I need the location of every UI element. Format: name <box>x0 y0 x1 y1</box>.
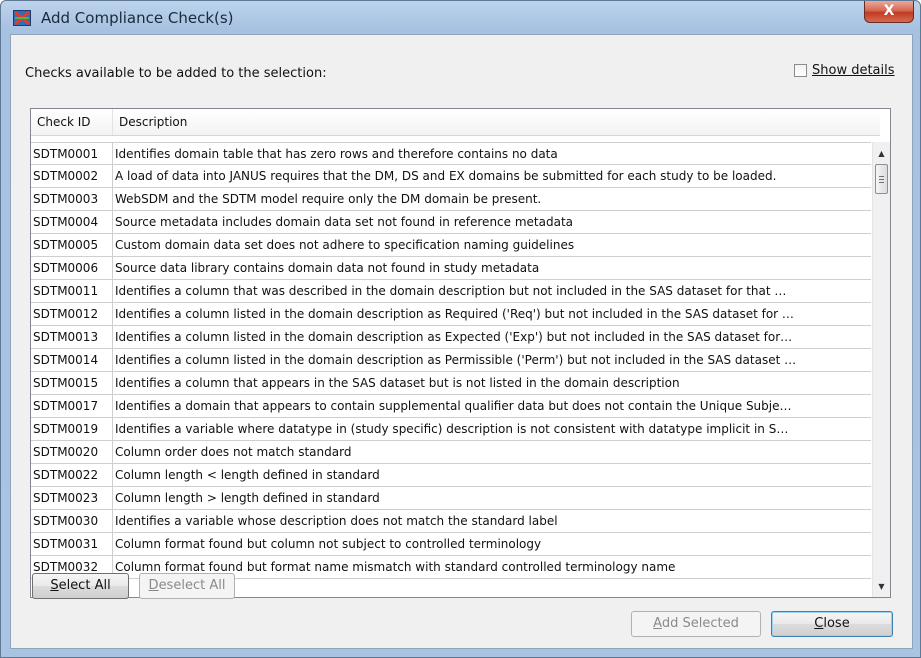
add-selected-label: dd Selected <box>661 616 739 631</box>
description-cell: Identifies a column listed in the domain… <box>115 353 797 367</box>
description-cell: Source metadata includes domain data set… <box>115 215 574 229</box>
description-cell: Identifies a column that was described i… <box>115 284 787 298</box>
table-row[interactable]: SDTM0017 Identifies a domain that appears… <box>31 395 871 418</box>
dialog-body: Checks available to be added to the sele… <box>10 34 913 649</box>
vertical-scrollbar[interactable]: ▲ ▼ <box>872 142 890 597</box>
table-row[interactable]: SDTM0020 Column order does not match stan… <box>31 441 871 464</box>
check-id-cell: SDTM0020 <box>31 441 113 463</box>
column-header-check-id[interactable]: Check ID <box>31 109 113 135</box>
deselect-all-accel: D <box>148 578 159 593</box>
grip-line <box>879 182 884 183</box>
title-bar[interactable]: Add Compliance Check(s) X <box>1 1 920 35</box>
checks-table[interactable]: Check ID Description SDTM0001 Identifies … <box>30 108 891 598</box>
description-cell: Column length < length defined in standa… <box>115 468 380 482</box>
close-button[interactable]: Close <box>771 611 893 637</box>
description-cell: Column length > length defined in standa… <box>115 491 380 505</box>
check-id-cell: SDTM0023 <box>31 487 113 509</box>
description-cell: Identifies a column listed in the domain… <box>115 330 793 344</box>
description-cell: Column format found but column not subje… <box>115 537 542 551</box>
check-id-cell: SDTM0019 <box>31 418 113 440</box>
table-row[interactable]: SDTM0005 Custom domain data set does not … <box>31 234 871 257</box>
table-row[interactable]: SDTM0023 Column length > length defined i… <box>31 487 871 510</box>
select-all-accel: S <box>50 578 59 593</box>
table-row[interactable]: SDTM0013 Identifies a column listed in th… <box>31 326 871 349</box>
check-id-cell: SDTM0001 <box>31 143 113 165</box>
window-title: Add Compliance Check(s) <box>41 9 234 27</box>
check-id-cell: SDTM0012 <box>31 303 113 325</box>
grip-line <box>879 176 884 177</box>
add-selected-accel: A <box>653 616 662 631</box>
scroll-thumb[interactable] <box>875 164 888 194</box>
description-cell: Source data library contains domain data… <box>115 261 540 275</box>
description-cell: Identifies a domain that appears to cont… <box>115 399 792 413</box>
scroll-down-arrow-icon[interactable]: ▼ <box>873 578 890 595</box>
available-checks-label-text: Checks available to be added to the sele… <box>25 66 327 81</box>
table-body: SDTM0001 Identifies domain table that has… <box>31 142 871 579</box>
description-cell: Identifies a variable where datatype in … <box>115 422 789 436</box>
check-id-cell: SDTM0017 <box>31 395 113 417</box>
column-header-description[interactable]: Description <box>113 109 880 135</box>
table-row[interactable]: SDTM0031 Column format found but column n… <box>31 533 871 556</box>
app-icon <box>13 10 31 26</box>
check-id-cell: SDTM0002 <box>31 165 113 187</box>
description-cell: Identifies a column listed in the domain… <box>115 307 794 321</box>
table-row[interactable]: SDTM0002 A load of data into JANUS requir… <box>31 165 871 188</box>
check-id-cell: SDTM0005 <box>31 234 113 256</box>
table-row[interactable]: SDTM0014 Identifies a column listed in th… <box>31 349 871 372</box>
table-row[interactable]: SDTM0019 Identifies a variable where data… <box>31 418 871 441</box>
window-close-button[interactable]: X <box>864 1 914 23</box>
description-cell: Custom domain data set does not adhere t… <box>115 238 575 252</box>
select-all-label: elect All <box>58 578 111 593</box>
available-checks-label: Checks available to be added to the sele… <box>25 66 327 81</box>
show-details-checkbox[interactable]: Show details <box>794 63 895 78</box>
check-id-cell: SDTM0022 <box>31 464 113 486</box>
add-selected-button[interactable]: Add Selected <box>631 611 761 637</box>
select-all-button[interactable]: Select All <box>32 573 129 599</box>
check-id-cell: SDTM0030 <box>31 510 113 532</box>
check-id-cell: SDTM0011 <box>31 280 113 302</box>
description-cell: Column order does not match standard <box>115 445 352 459</box>
check-id-cell: SDTM0013 <box>31 326 113 348</box>
table-row[interactable]: SDTM0006 Source data library contains dom… <box>31 257 871 280</box>
description-cell: Identifies domain table that has zero ro… <box>115 147 558 161</box>
table-row[interactable]: SDTM0015 Identifies a column that appears… <box>31 372 871 395</box>
check-id-cell: SDTM0003 <box>31 188 113 210</box>
table-row[interactable]: SDTM0030 Identifies a variable whose desc… <box>31 510 871 533</box>
close-accel: C <box>814 616 824 631</box>
scroll-up-arrow-icon[interactable]: ▲ <box>873 145 890 162</box>
close-label: lose <box>823 616 850 631</box>
description-cell: Identifies a column that appears in the … <box>115 376 680 390</box>
table-row[interactable]: SDTM0003 WebSDM and the SDTM model requir… <box>31 188 871 211</box>
table-row[interactable]: SDTM0011 Identifies a column that was des… <box>31 280 871 303</box>
dialog-window: Add Compliance Check(s) X Checks availab… <box>0 0 921 658</box>
deselect-all-label: eselect All <box>158 578 226 593</box>
check-id-cell: SDTM0014 <box>31 349 113 371</box>
description-cell: Identifies a variable whose description … <box>115 514 558 528</box>
table-row[interactable]: SDTM0022 Column length < length defined i… <box>31 464 871 487</box>
show-details-checkbox-box[interactable] <box>794 64 807 77</box>
description-cell: WebSDM and the SDTM model require only t… <box>115 192 542 206</box>
grip-line <box>879 179 884 180</box>
table-row[interactable]: SDTM0001 Identifies domain table that has… <box>31 142 871 165</box>
show-details-label: Show details <box>812 63 895 78</box>
table-header: Check ID Description <box>31 109 880 136</box>
deselect-all-button[interactable]: Deselect All <box>139 573 235 599</box>
check-id-cell: SDTM0006 <box>31 257 113 279</box>
table-row[interactable]: SDTM0004 Source metadata includes domain … <box>31 211 871 234</box>
description-cell: A load of data into JANUS requires that … <box>115 169 777 183</box>
check-id-cell: SDTM0031 <box>31 533 113 555</box>
check-id-cell: SDTM0004 <box>31 211 113 233</box>
table-row[interactable]: SDTM0012 Identifies a column listed in th… <box>31 303 871 326</box>
check-id-cell: SDTM0015 <box>31 372 113 394</box>
